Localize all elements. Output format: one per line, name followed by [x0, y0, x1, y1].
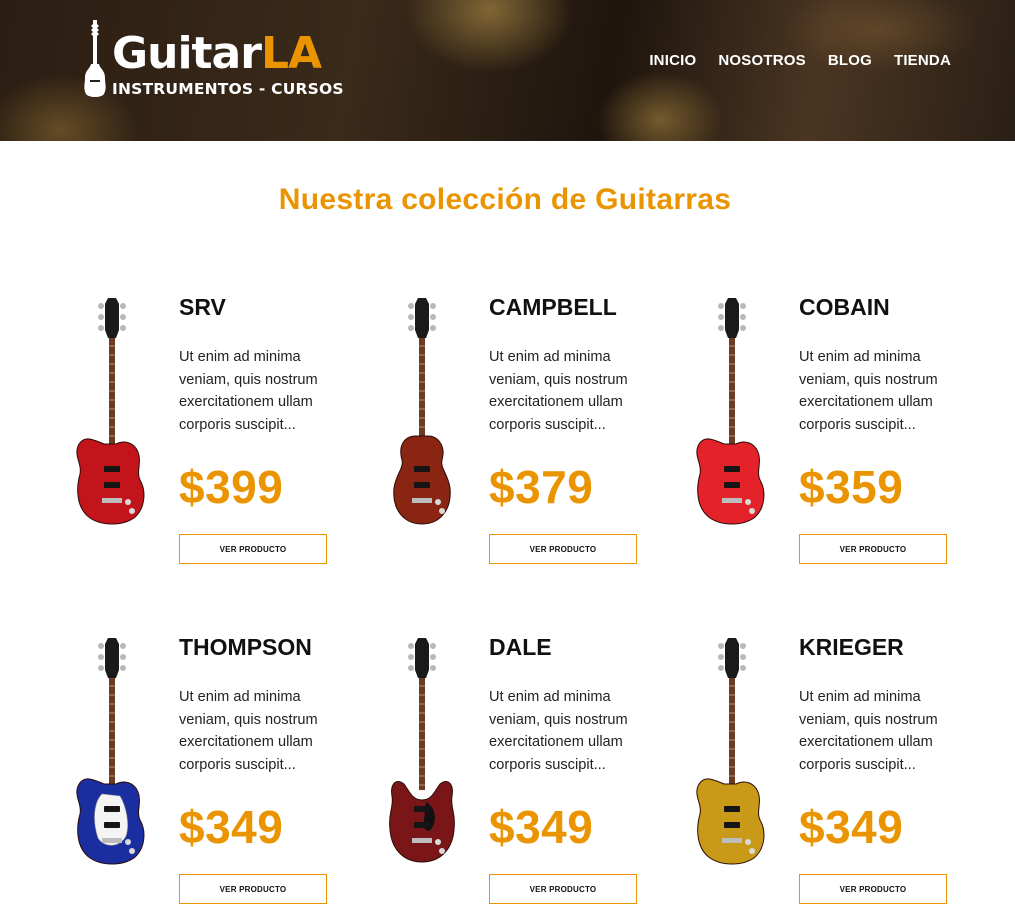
- product-description: Ut enim ad minima veniam, quis nostrum e…: [179, 349, 318, 433]
- guitar-image: [696, 298, 765, 525]
- product-description: Ut enim ad minima veniam, quis nostrum e…: [799, 689, 938, 773]
- guitar-image: [696, 638, 765, 865]
- product-card: KRIEGER Ut enim ad minima veniam, quis n…: [684, 630, 984, 910]
- logo[interactable]: GuitarLA INSTRUMENTOS - CURSOS: [82, 20, 344, 100]
- nav-link-inicio[interactable]: INICIO: [649, 52, 696, 69]
- view-product-button[interactable]: VER PRODUCTO: [799, 534, 947, 564]
- product-name: CAMPBELL: [489, 294, 617, 320]
- nav-link-blog[interactable]: BLOG: [828, 52, 872, 69]
- product-name: KRIEGER: [799, 634, 904, 660]
- product-name: SRV: [179, 294, 226, 320]
- view-product-button[interactable]: VER PRODUCTO: [489, 534, 637, 564]
- logo-subtitle: INSTRUMENTOS - CURSOS: [112, 80, 344, 98]
- view-product-button[interactable]: VER PRODUCTO: [799, 874, 947, 904]
- main-nav: INICIO NOSOTROS BLOG TIENDA: [649, 52, 951, 69]
- product-card: CAMPBELL Ut enim ad minima veniam, quis …: [374, 290, 674, 570]
- site-header: GuitarLA INSTRUMENTOS - CURSOS INICIO NO…: [0, 0, 1015, 141]
- product-price: $349: [489, 801, 594, 853]
- view-product-button[interactable]: VER PRODUCTO: [179, 874, 327, 904]
- page-title: Nuestra colección de Guitarras: [278, 183, 732, 216]
- logo-wordmark: GuitarLA: [112, 28, 322, 79]
- product-description: Ut enim ad minima veniam, quis nostrum e…: [799, 349, 938, 433]
- nav-link-tienda[interactable]: TIENDA: [894, 52, 951, 69]
- product-card: COBAIN Ut enim ad minima veniam, quis no…: [684, 290, 984, 570]
- product-grid: SRV Ut enim ad minima veniam, quis nostr…: [64, 290, 964, 910]
- product-price: $359: [799, 461, 904, 513]
- guitar-image: [393, 298, 451, 525]
- product-name: COBAIN: [799, 294, 890, 320]
- product-price: $399: [179, 461, 284, 513]
- product-card: THOMPSON Ut enim ad minima veniam, quis …: [64, 630, 364, 910]
- product-description: Ut enim ad minima veniam, quis nostrum e…: [489, 349, 628, 433]
- view-product-button[interactable]: VER PRODUCTO: [179, 534, 327, 564]
- view-product-button[interactable]: VER PRODUCTO: [489, 874, 637, 904]
- product-description: Ut enim ad minima veniam, quis nostrum e…: [179, 689, 318, 773]
- guitar-image: [389, 638, 455, 863]
- product-price: $349: [799, 801, 904, 853]
- nav-link-nosotros[interactable]: NOSOTROS: [718, 52, 805, 69]
- product-name: DALE: [489, 634, 552, 660]
- guitar-image: [76, 298, 145, 525]
- product-price: $379: [489, 461, 594, 513]
- product-description: Ut enim ad minima veniam, quis nostrum e…: [489, 689, 628, 773]
- guitar-image: [76, 638, 145, 865]
- product-card: SRV Ut enim ad minima veniam, quis nostr…: [64, 290, 364, 570]
- guitar-logo-icon: [84, 20, 106, 97]
- product-name: THOMPSON: [179, 634, 312, 660]
- product-price: $349: [179, 801, 284, 853]
- product-card: DALE Ut enim ad minima veniam, quis nost…: [374, 630, 674, 910]
